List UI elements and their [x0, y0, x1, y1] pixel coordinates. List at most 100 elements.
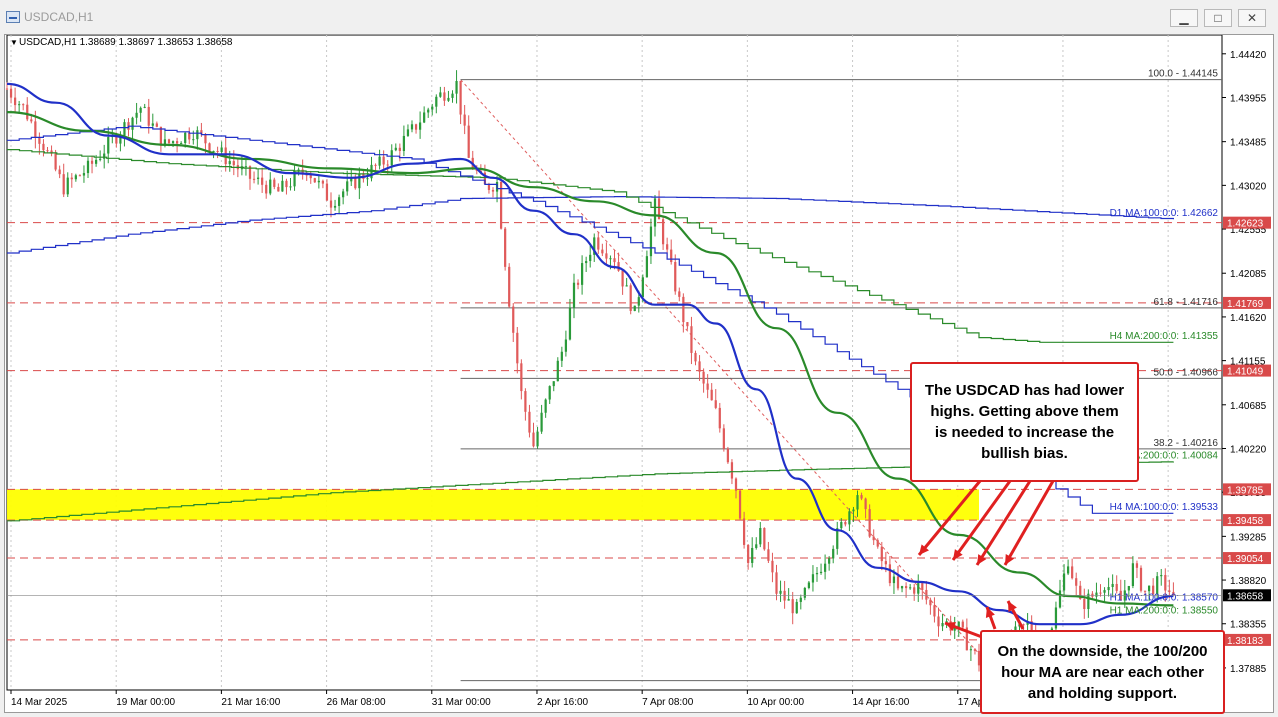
candle-body — [913, 587, 916, 594]
candle-body — [337, 197, 341, 206]
candle-body — [572, 282, 576, 308]
candle-body — [973, 649, 977, 651]
x-tick-label: 31 Mar 00:00 — [432, 697, 491, 708]
candle-body — [759, 528, 762, 545]
candle-body — [552, 381, 555, 387]
candle-body — [439, 92, 442, 97]
candle-body — [641, 277, 644, 298]
candle-body — [528, 411, 531, 433]
candle-body — [1095, 592, 1098, 597]
close-button[interactable]: ✕ — [1238, 9, 1266, 27]
candle-body — [38, 137, 41, 144]
candle-body — [844, 522, 847, 525]
candle-body — [840, 522, 843, 529]
candle-body — [139, 107, 142, 113]
candle-body — [872, 536, 875, 541]
y-tick-label: 1.37885 — [1230, 664, 1267, 675]
candle-body — [228, 161, 231, 165]
candle-body — [414, 124, 418, 130]
candle-body — [346, 181, 349, 192]
candle-body — [828, 558, 831, 564]
candle-body — [99, 158, 102, 160]
support-zone-box — [7, 489, 979, 521]
candle-body — [823, 563, 827, 572]
candle-body — [265, 184, 268, 194]
candle-body — [738, 490, 742, 519]
candle-body — [5, 88, 9, 90]
candle-body — [273, 179, 276, 187]
x-tick-label: 21 Mar 16:00 — [221, 697, 280, 708]
candle-body — [941, 623, 944, 627]
candle-body — [811, 574, 815, 583]
candle-body — [860, 495, 863, 499]
candle-body — [605, 253, 608, 259]
candle-body — [1066, 566, 1070, 574]
candle-body — [880, 546, 883, 562]
candle-body — [1160, 575, 1163, 577]
candle-body — [256, 177, 260, 179]
candle-body — [670, 249, 673, 263]
candle-body — [678, 291, 681, 297]
level-price-label: 1.39785 — [1227, 485, 1264, 496]
candle-body — [524, 391, 527, 412]
x-tick-label: 14 Apr 16:00 — [853, 697, 910, 708]
candle-body — [62, 174, 65, 195]
candle-body — [155, 123, 158, 127]
candle-body — [1083, 599, 1086, 610]
candle-body — [398, 147, 401, 152]
y-tick-label: 1.38820 — [1230, 576, 1267, 587]
candle-body — [520, 363, 523, 392]
fib-level-label: 50.0 - 1.40966 — [1154, 367, 1219, 378]
candle-body — [576, 282, 580, 285]
candle-body — [686, 322, 689, 327]
candle-body — [1139, 567, 1143, 591]
minimize-button[interactable]: ▁ — [1170, 9, 1198, 27]
window-titlebar: USDCAD,H1 ▁ □ ✕ — [0, 0, 1278, 34]
candle-body — [933, 605, 936, 617]
candle-body — [70, 177, 73, 180]
candle-body — [1022, 624, 1025, 626]
candle-body — [135, 112, 138, 118]
x-tick-label: 10 Apr 00:00 — [747, 697, 804, 708]
candle-body — [532, 432, 535, 447]
level-price-label: 1.39054 — [1227, 554, 1264, 565]
candle-body — [609, 258, 612, 260]
candle-body — [18, 104, 21, 106]
candle-body — [799, 597, 802, 602]
y-tick-label: 1.40220 — [1230, 444, 1267, 455]
candle-body — [431, 106, 434, 110]
candle-body — [969, 649, 973, 651]
candle-body — [742, 518, 746, 545]
candle-body — [90, 160, 94, 164]
candle-body — [22, 104, 25, 106]
candle-body — [848, 511, 851, 525]
candle-body — [755, 544, 758, 548]
candle-body — [313, 178, 316, 183]
x-tick-label: 2 Apr 16:00 — [537, 697, 589, 708]
candle-body — [585, 261, 588, 264]
candle-body — [143, 106, 146, 108]
candle-body — [856, 495, 859, 510]
candle-body — [167, 139, 171, 144]
candle-body — [876, 540, 879, 547]
candle-body — [508, 266, 511, 307]
candle-body — [208, 143, 211, 152]
candle-body — [698, 361, 701, 372]
ma-value-label: H4 MA:200:0:0: 1.41355 — [1110, 331, 1219, 342]
ma-value-label: H1 MA:100:0:0: 1.38570 — [1110, 593, 1219, 604]
candle-body — [232, 161, 235, 166]
candle-body — [747, 544, 750, 563]
candle-body — [94, 159, 98, 164]
candle-body — [459, 80, 462, 115]
maximize-button[interactable]: □ — [1204, 9, 1232, 27]
candle-body — [58, 169, 61, 175]
candle-body — [1131, 563, 1135, 586]
candle-body — [103, 153, 106, 159]
y-tick-label: 1.44420 — [1230, 50, 1267, 61]
candle-body — [904, 586, 908, 589]
candle-body — [1111, 583, 1114, 588]
candle-body — [455, 80, 458, 94]
candle-body — [896, 576, 900, 589]
ma-value-label: MA:200:0:0: 1.40084 — [1125, 450, 1218, 461]
candle-body — [1099, 592, 1102, 594]
